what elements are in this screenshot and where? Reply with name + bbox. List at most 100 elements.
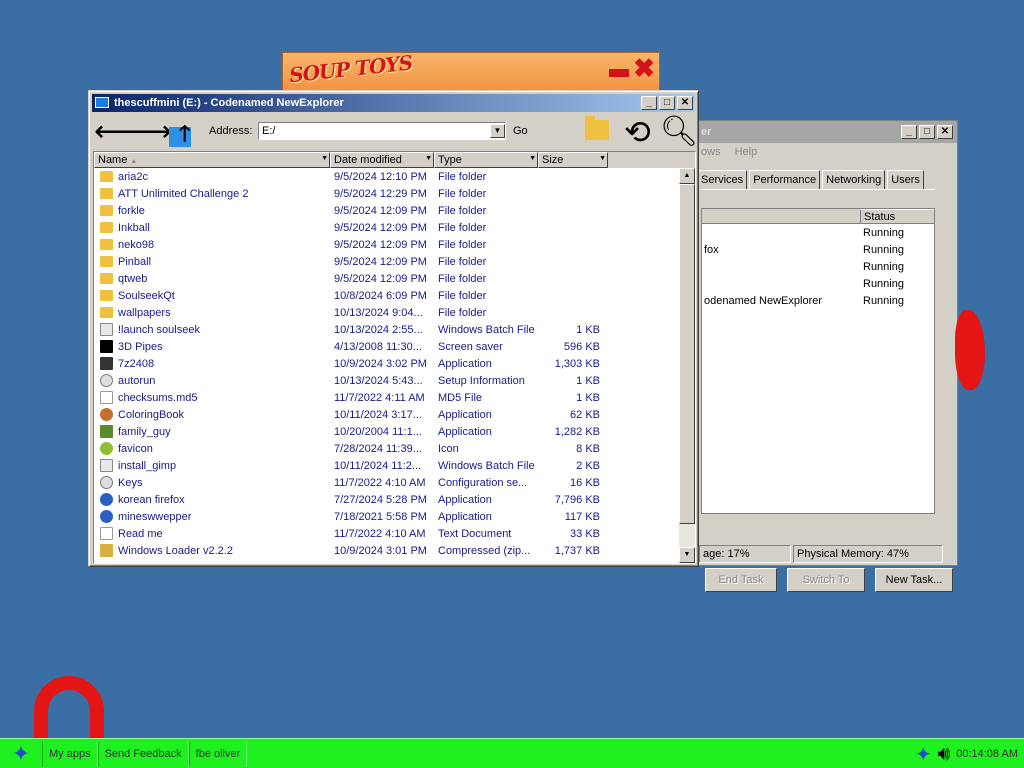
file-name: autorun [118,374,156,387]
soup-minimize-button[interactable] [609,69,629,77]
taskbar: ✦ My apps Send Feedback fbe oliver ✦ 🔊︎ … [0,738,1024,768]
search-icon[interactable]: 🔍︎ [660,115,698,149]
scroll-thumb[interactable] [679,184,695,524]
file-row[interactable]: 7z2408 10/9/2024 3:02 PM Application 1,303 … [94,355,679,372]
file-row[interactable]: ColoringBook 10/11/2024 3:17... Applicatio… [94,406,679,423]
sonic-icon[interactable]: ✦ [915,742,932,767]
taskbar-fbe-oliver[interactable]: fbe oliver [188,740,248,767]
tab-services[interactable]: Services [697,170,748,190]
end-task-button[interactable]: End Task [705,568,777,592]
file-row[interactable]: Windows Loader v2.2.2 10/9/2024 3:01 PM Co… [94,542,679,559]
task-manager-title: er [701,126,712,138]
task-manager-close-button[interactable]: ✕ [937,125,953,139]
menu-help[interactable]: Help [735,146,758,158]
file-row[interactable]: SoulseekQt 10/8/2024 6:09 PM File folder [94,287,679,304]
chevron-down-icon[interactable]: ▼ [490,124,505,138]
folder-sync-icon[interactable] [585,116,609,140]
setup-icon [100,476,113,489]
tab-users[interactable]: Users [887,170,924,190]
task-row[interactable]: Running [702,224,934,241]
task-list[interactable]: Status Running fox Running Running Runnin… [701,208,935,514]
volume-icon[interactable]: 🔊︎ [938,743,951,766]
task-row[interactable]: Running [702,275,934,292]
column-type[interactable]: Type ▼ [434,152,538,168]
file-date: 10/11/2024 11:2... [334,459,422,472]
file-row[interactable]: install_gimp 10/11/2024 11:2... Windows Ba… [94,457,679,474]
file-row[interactable]: Keys 11/7/2022 4:10 AM Configuration se...… [94,474,679,491]
file-name: family_guy [118,425,171,438]
explorer-close-button[interactable]: ✕ [677,96,693,110]
file-size: 7,796 KB [554,493,600,506]
file-row[interactable]: aria2c 9/5/2024 12:10 PM File folder [94,168,679,185]
task-row[interactable]: Running [702,258,934,275]
column-date-modified[interactable]: Date modified ▼ [330,152,434,168]
red-splat-decoration [955,310,985,390]
history-icon[interactable]: ⟲ [624,115,651,149]
red-shape-decoration [34,676,104,746]
file-row[interactable]: neko98 9/5/2024 12:09 PM File folder [94,236,679,253]
file-list-header: Name ▲ ▼ Date modified ▼ Type ▼ Size ▼ [94,152,695,168]
file-list[interactable]: Name ▲ ▼ Date modified ▼ Type ▼ Size ▼ aria2… [93,151,696,564]
file-row[interactable]: Read me 11/7/2022 4:10 AM Text Document 33 … [94,525,679,542]
forward-arrow-icon[interactable]: ⟶ [129,116,172,148]
file-name: forkle [118,204,145,217]
file-row[interactable]: ATT Unlimited Challenge 2 9/5/2024 12:29 … [94,185,679,202]
file-row[interactable]: forkle 9/5/2024 12:09 PM File folder [94,202,679,219]
file-row[interactable]: !launch soulseek 10/13/2024 2:55... Window… [94,321,679,338]
tab-performance[interactable]: Performance [749,170,821,190]
vertical-scrollbar[interactable]: ▲ ▼ [679,168,695,563]
file-row[interactable]: checksums.md5 11/7/2022 4:11 AM MD5 File 1 … [94,389,679,406]
task-manager-window[interactable]: er _ □ ✕ ows Help Services Performance N… [696,120,958,592]
task-manager-minimize-button[interactable]: _ [901,125,917,139]
zip-icon [100,544,113,557]
explorer-minimize-button[interactable]: _ [641,96,657,110]
file-type: Windows Batch File [438,459,535,472]
explorer-title-bar[interactable]: thescuffmini (E:) - Codenamed NewExplore… [92,94,695,112]
file-type: Configuration se... [438,476,528,489]
tab-networking[interactable]: Networking [822,170,886,190]
file-type: Windows Batch File [438,323,535,336]
file-size: 1 KB [576,323,600,336]
switch-to-button[interactable]: Switch To [787,568,865,592]
clock: 00:14:08 AM [956,748,1018,760]
file-type: Compressed (zip... [438,544,531,557]
setup-icon [100,374,113,387]
soup-close-button[interactable]: ✖ [633,53,655,83]
file-row[interactable]: autorun 10/13/2024 5:43... Setup Informati… [94,372,679,389]
file-date: 10/13/2024 5:43... [334,374,423,387]
file-name: Keys [118,476,143,489]
column-size[interactable]: Size ▼ [538,152,608,168]
file-row[interactable]: Inkball 9/5/2024 12:09 PM File folder [94,219,679,236]
file-row[interactable]: 3D Pipes 4/13/2008 11:30... Screen saver 59… [94,338,679,355]
column-status[interactable]: Status [860,209,934,223]
taskbar-my-apps[interactable]: My apps [42,740,98,767]
globe-icon [100,493,113,506]
file-size: 62 KB [570,408,600,421]
start-button[interactable]: ✦ [0,740,42,768]
file-date: 10/13/2024 9:04... [334,306,423,319]
file-row[interactable]: family_guy 10/20/2004 11:1... Application 1… [94,423,679,440]
scroll-up-icon[interactable]: ▲ [679,168,695,184]
task-row[interactable]: odenamed NewExplorer Running [702,292,934,309]
file-row[interactable]: wallpapers 10/13/2024 9:04... File folder [94,304,679,321]
file-row[interactable]: favicon 7/28/2024 11:39... Icon 8 KB [94,440,679,457]
task-manager-title-bar[interactable]: er _ □ ✕ [697,121,957,143]
column-name[interactable]: Name ▲ ▼ [94,152,330,168]
file-row[interactable]: Pinball 9/5/2024 12:09 PM File folder [94,253,679,270]
address-input[interactable] [258,122,506,140]
task-manager-maximize-button[interactable]: □ [919,125,935,139]
new-task-button[interactable]: New Task... [875,568,953,592]
task-row[interactable]: fox Running [702,241,934,258]
go-button[interactable]: Go [513,125,528,137]
explorer-maximize-button[interactable]: □ [659,96,675,110]
explorer-window[interactable]: thescuffmini (E:) - Codenamed NewExplore… [88,90,699,567]
up-folder-icon[interactable]: 🡑 [169,119,195,147]
file-row[interactable]: qtweb 9/5/2024 12:09 PM File folder [94,270,679,287]
file-row[interactable]: mineswwepper 7/18/2021 5:58 PM Application… [94,508,679,525]
scroll-down-icon[interactable]: ▼ [679,547,695,563]
file-name: korean firefox [118,493,185,506]
taskbar-send-feedback[interactable]: Send Feedback [97,740,189,767]
file-date: 7/27/2024 5:28 PM [334,493,427,506]
file-row[interactable]: korean firefox 7/27/2024 5:28 PM Applicati… [94,491,679,508]
menu-windows[interactable]: ows [701,146,721,158]
